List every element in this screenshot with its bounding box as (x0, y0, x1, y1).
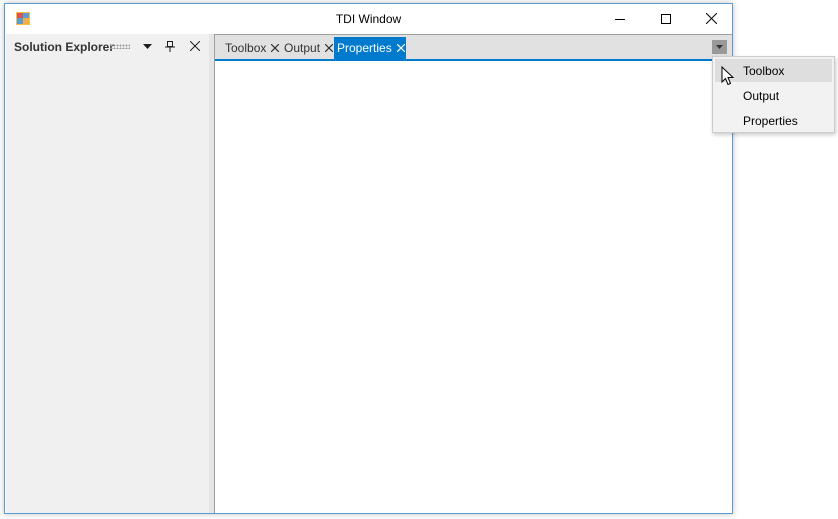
tab-list-dropdown-button[interactable] (712, 40, 727, 54)
panel-menu-button[interactable] (139, 38, 155, 54)
chevron-down-icon (142, 43, 152, 49)
tab-output[interactable]: Output (281, 37, 334, 59)
minimize-button[interactable] (597, 4, 643, 33)
tab-toolbox[interactable]: Toolbox (222, 37, 280, 59)
pin-icon (165, 40, 175, 52)
mouse-cursor-icon (721, 66, 735, 86)
tab-close-button[interactable] (396, 44, 405, 52)
maximize-icon (661, 13, 671, 24)
close-icon (325, 44, 334, 52)
document-area: Toolbox Output Properties (214, 34, 732, 513)
panel-close-button[interactable] (187, 38, 203, 54)
tab-properties[interactable]: Properties (334, 37, 406, 59)
close-icon (705, 13, 717, 24)
menu-item-output[interactable]: Output (715, 84, 832, 107)
panel-grip[interactable] (110, 44, 130, 49)
maximize-button[interactable] (643, 4, 689, 33)
tab-close-button[interactable] (271, 44, 280, 52)
close-button[interactable] (688, 4, 734, 33)
tab-label: Toolbox (225, 41, 267, 55)
minimize-icon (615, 18, 625, 20)
tab-close-button[interactable] (325, 44, 334, 52)
close-icon (190, 41, 200, 51)
menu-item-properties[interactable]: Properties (715, 109, 832, 132)
panel-pin-button[interactable] (162, 38, 178, 54)
tab-label: Output (284, 41, 321, 55)
solution-explorer-panel: Solution Explorer (6, 34, 209, 513)
panel-header[interactable]: Solution Explorer (6, 34, 209, 58)
title-bar[interactable]: TDI Window (5, 4, 732, 33)
tab-label: Properties (337, 41, 392, 55)
tdi-window: TDI Window Solution Explorer Toolbox Out… (4, 3, 733, 514)
close-icon (271, 44, 280, 52)
tab-strip: Toolbox Output Properties (215, 35, 732, 61)
panel-title: Solution Explorer (14, 40, 115, 54)
close-icon (396, 44, 405, 52)
dropdown-arrow-icon (716, 45, 723, 49)
